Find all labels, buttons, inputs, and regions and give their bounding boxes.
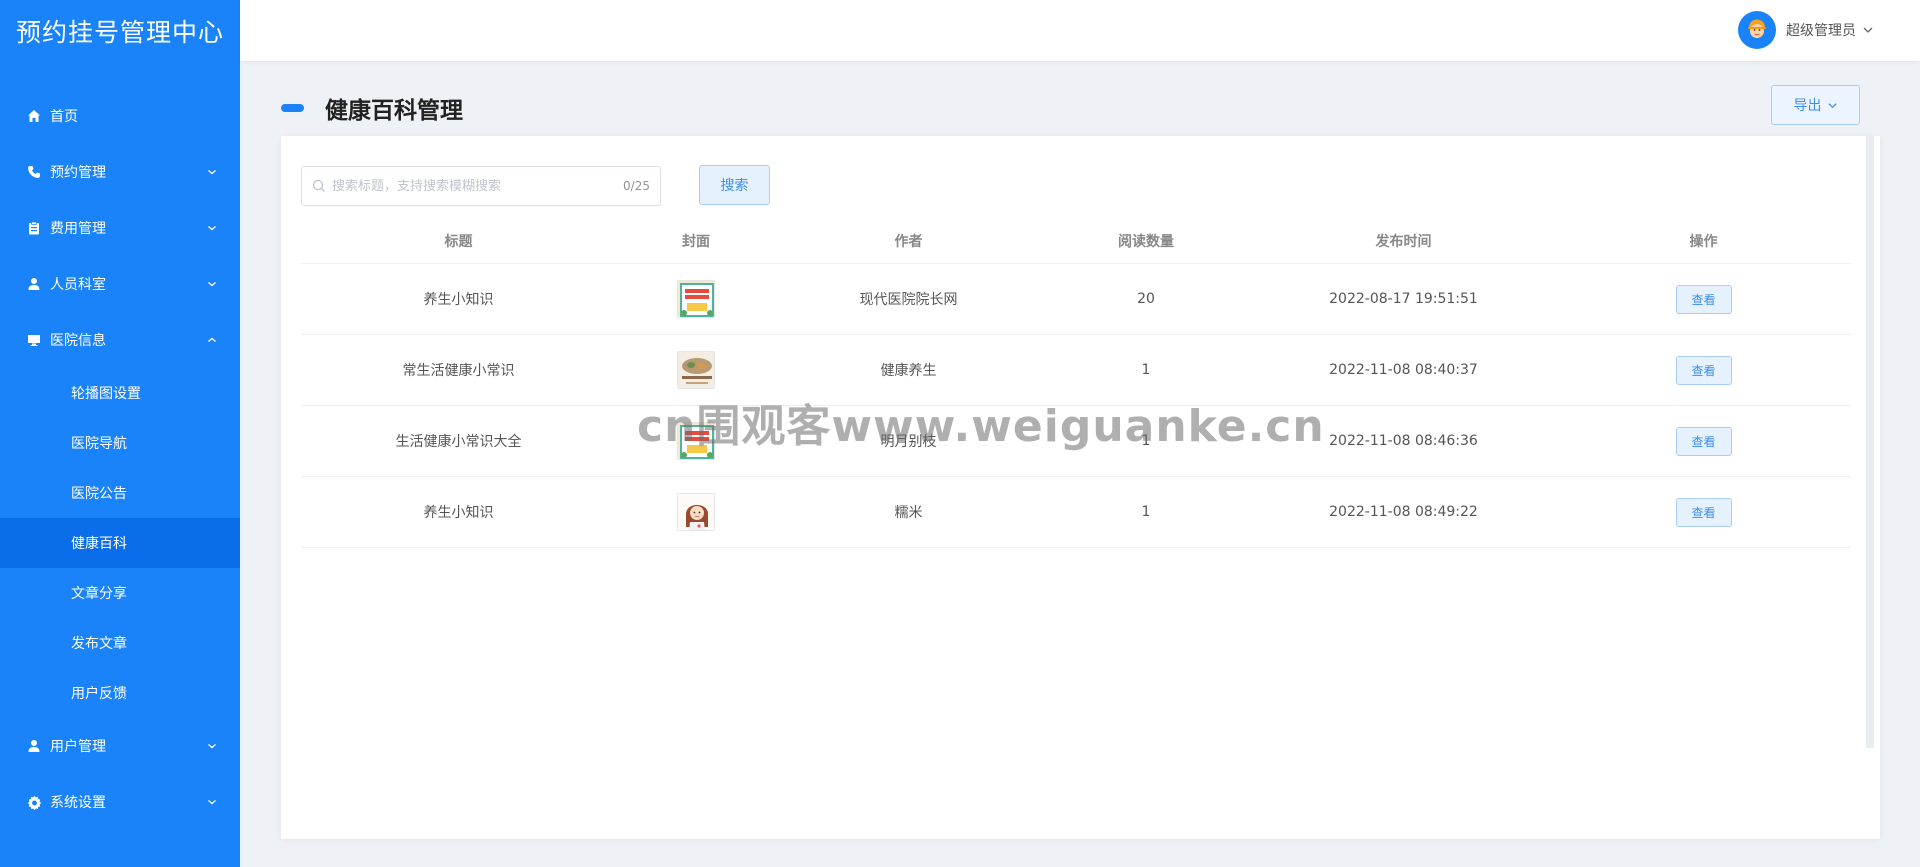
home-icon	[26, 108, 42, 124]
sidebar-item-hospital-info[interactable]: 医院信息	[0, 312, 240, 368]
cell-title: 常生活健康小常识	[402, 363, 515, 379]
column-header-actions: 操作	[1689, 233, 1718, 250]
view-button[interactable]: 查看	[1675, 426, 1732, 456]
cell-reads: 1	[1141, 504, 1151, 520]
cell-reads: 1	[1141, 433, 1151, 449]
avatar	[1738, 11, 1776, 49]
search-icon	[312, 179, 326, 193]
chevron-down-icon	[206, 740, 218, 752]
sidebar-item-label: 人员科室	[50, 277, 106, 293]
user-name: 超级管理员	[1786, 23, 1856, 39]
column-header-reads: 阅读数量	[1118, 233, 1174, 250]
search-char-counter: 0/25	[623, 179, 650, 193]
table-header: 标题 封面 作者 阅读数量 发布时间 操作	[301, 218, 1851, 264]
sidebar-item-label: 首页	[50, 109, 78, 125]
chevron-down-icon	[1827, 100, 1838, 111]
cell-title: 生活健康小常识大全	[395, 434, 522, 450]
heading-accent-bar	[281, 104, 304, 112]
chevron-down-icon	[206, 278, 218, 290]
cover-thumbnail[interactable]	[677, 422, 715, 460]
sidebar-menu: 首页 预约管理 费用管理 人员科室 医院信息 轮播图设置 医院导航 医院公告 健…	[0, 88, 240, 830]
view-button[interactable]: 查看	[1675, 497, 1732, 527]
cell-publish-time: 2022-11-08 08:46:36	[1329, 433, 1478, 449]
content-panel: 0/25 搜索 标题 封面 作者 阅读数量 发布时间 操作 养生小知识 现代医院…	[281, 136, 1880, 839]
view-button[interactable]: 查看	[1675, 355, 1732, 385]
cell-title: 养生小知识	[423, 292, 494, 308]
sidebar-subitem-publish-article[interactable]: 发布文章	[0, 618, 240, 668]
column-header-title: 标题	[444, 233, 473, 250]
sidebar-subitem-navigation[interactable]: 医院导航	[0, 418, 240, 468]
column-header-author: 作者	[894, 233, 923, 250]
column-header-cover: 封面	[682, 233, 710, 250]
scrollbar[interactable]	[1866, 136, 1874, 748]
sidebar-subitem-carousel[interactable]: 轮播图设置	[0, 368, 240, 418]
table-row: 常生活健康小常识 健康养生 1 2022-11-08 08:40:37 查看	[301, 335, 1851, 406]
cell-author: 健康养生	[880, 363, 937, 379]
table-row: 养生小知识 糯米 1 2022-11-08 08:49:22 查看	[301, 477, 1851, 548]
cover-thumbnail[interactable]	[677, 493, 715, 531]
cell-reads: 20	[1137, 291, 1155, 307]
clipboard-icon	[26, 220, 42, 236]
sidebar-item-home[interactable]: 首页	[0, 88, 240, 144]
cell-publish-time: 2022-08-17 19:51:51	[1329, 291, 1478, 307]
sidebar-subitem-notice[interactable]: 医院公告	[0, 468, 240, 518]
column-header-publish-time: 发布时间	[1375, 233, 1432, 250]
view-button[interactable]: 查看	[1675, 284, 1732, 314]
hospital-info-submenu: 轮播图设置 医院导航 医院公告 健康百科 文章分享 发布文章 用户反馈	[0, 368, 240, 718]
page-heading: 健康百科管理	[281, 91, 463, 125]
user-icon	[26, 276, 42, 292]
phone-icon	[26, 164, 42, 180]
chevron-up-icon	[206, 334, 218, 346]
page-title: 健康百科管理	[325, 98, 463, 124]
chevron-down-icon	[1862, 24, 1874, 36]
user-menu[interactable]: 超级管理员	[1738, 11, 1874, 49]
cell-author: 明月别枝	[880, 434, 937, 450]
sidebar-item-user-management[interactable]: 用户管理	[0, 718, 240, 774]
cell-author: 现代医院院长网	[859, 292, 958, 308]
search-field[interactable]: 0/25	[301, 166, 661, 206]
search-input[interactable]	[332, 178, 624, 194]
chevron-down-icon	[206, 222, 218, 234]
sidebar-item-label: 医院信息	[50, 333, 106, 349]
sidebar-item-system-settings[interactable]: 系统设置	[0, 774, 240, 830]
gear-icon	[26, 794, 42, 810]
sidebar-subitem-article-share[interactable]: 文章分享	[0, 568, 240, 618]
export-label: 导出	[1793, 98, 1822, 114]
search-button[interactable]: 搜索	[699, 165, 770, 205]
sidebar-item-label: 用户管理	[50, 739, 106, 755]
cover-thumbnail[interactable]	[677, 280, 715, 318]
cell-title: 养生小知识	[423, 505, 494, 521]
health-wiki-table: 标题 封面 作者 阅读数量 发布时间 操作 养生小知识 现代医院院长网 20 2…	[301, 218, 1851, 548]
user-icon	[26, 738, 42, 754]
sidebar: 预约挂号管理中心 首页 预约管理 费用管理 人员科室 医院信息 轮播图设置 医院…	[0, 0, 240, 867]
chevron-down-icon	[206, 166, 218, 178]
cell-publish-time: 2022-11-08 08:49:22	[1329, 504, 1478, 520]
sidebar-item-staff[interactable]: 人员科室	[0, 256, 240, 312]
cell-publish-time: 2022-11-08 08:40:37	[1329, 362, 1478, 378]
cell-reads: 1	[1141, 362, 1151, 378]
table-row: 养生小知识 现代医院院长网 20 2022-08-17 19:51:51 查看	[301, 264, 1851, 335]
top-header: 超级管理员	[240, 0, 1920, 61]
cell-author: 糯米	[894, 505, 923, 521]
export-button[interactable]: 导出	[1771, 85, 1860, 125]
app-title: 预约挂号管理中心	[15, 18, 224, 47]
chevron-down-icon	[206, 796, 218, 808]
sidebar-subitem-health-wiki[interactable]: 健康百科	[0, 518, 240, 568]
sidebar-item-label: 费用管理	[50, 221, 106, 237]
sidebar-item-appointments[interactable]: 预约管理	[0, 144, 240, 200]
sidebar-item-label: 系统设置	[50, 795, 106, 811]
cover-thumbnail[interactable]	[677, 351, 715, 389]
sidebar-item-fees[interactable]: 费用管理	[0, 200, 240, 256]
sidebar-item-label: 预约管理	[50, 165, 106, 181]
monitor-icon	[26, 332, 42, 348]
sidebar-subitem-feedback[interactable]: 用户反馈	[0, 668, 240, 718]
table-row: 生活健康小常识大全 明月别枝 1 2022-11-08 08:46:36 查看	[301, 406, 1851, 477]
